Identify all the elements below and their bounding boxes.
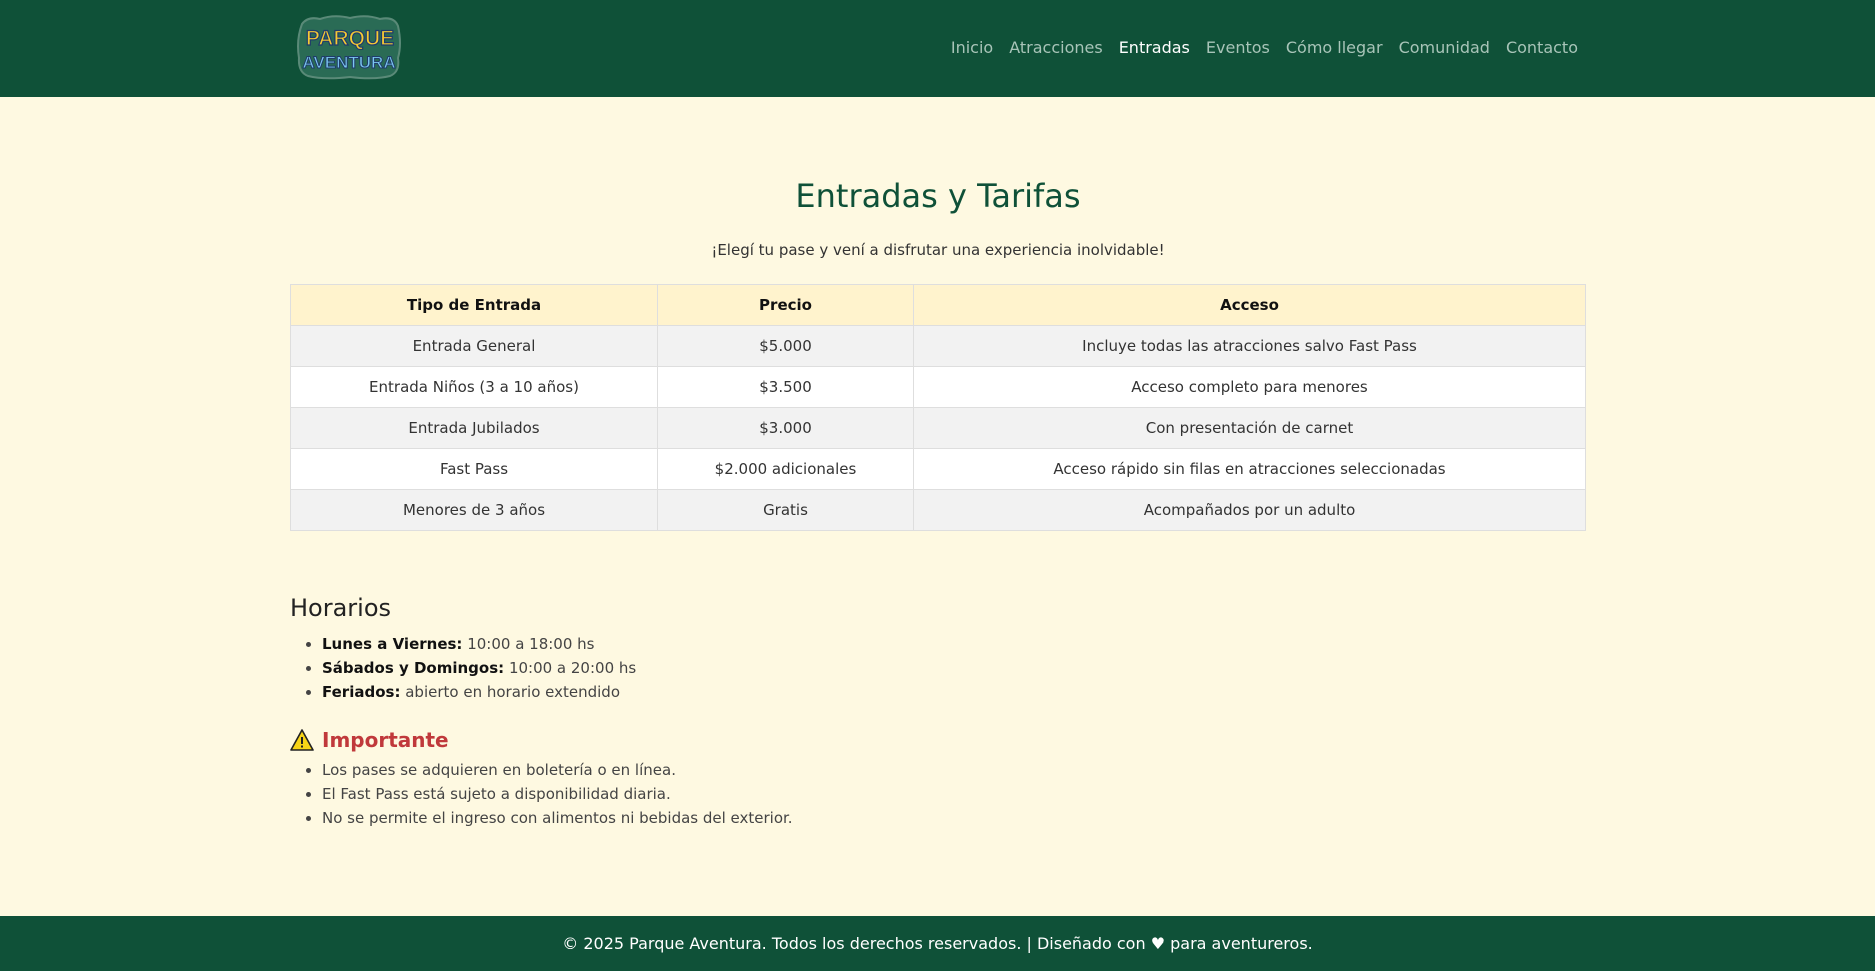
nav-contacto[interactable]: Contacto <box>1506 38 1578 57</box>
horario-label: Feriados: <box>322 683 401 701</box>
cell-precio: Gratis <box>657 489 914 531</box>
table-row: Entrada General $5.000 Incluye todas las… <box>290 325 1586 367</box>
page-title: Entradas y Tarifas <box>795 177 1081 215</box>
horarios-list: Lunes a Viernes: 10:00 a 18:00 hs Sábado… <box>290 632 1586 704</box>
warning-icon <box>290 729 314 751</box>
cell-acceso: Con presentación de carnet <box>913 407 1586 449</box>
list-item: Lunes a Viernes: 10:00 a 18:00 hs <box>322 632 1586 656</box>
nav-atracciones[interactable]: Atracciones <box>1009 38 1102 57</box>
main-content: Entradas y Tarifas ¡Elegí tu pase y vení… <box>290 97 1586 830</box>
horario-value: abierto en horario extendido <box>405 683 621 701</box>
importante-list: Los pases se adquieren en boletería o en… <box>290 758 1586 830</box>
list-item: Feriados: abierto en horario extendido <box>322 680 1586 704</box>
cell-tipo: Fast Pass <box>290 448 658 490</box>
nav-como-llegar[interactable]: Cómo llegar <box>1286 38 1383 57</box>
cell-acceso: Acceso completo para menores <box>913 366 1586 408</box>
svg-text:PARQUE: PARQUE <box>306 27 394 50</box>
site-footer: © 2025 Parque Aventura. Todos los derech… <box>0 916 1875 971</box>
main-nav: Inicio Atracciones Entradas Eventos Cómo… <box>951 38 1578 57</box>
nav-inicio[interactable]: Inicio <box>951 38 993 57</box>
header-precio: Precio <box>657 284 914 326</box>
cell-tipo: Entrada Niños (3 a 10 años) <box>290 366 658 408</box>
table-row: Menores de 3 años Gratis Acompañados por… <box>290 489 1586 531</box>
cell-precio: $3.000 <box>657 407 914 449</box>
cell-precio: $2.000 adicionales <box>657 448 914 490</box>
list-item: El Fast Pass está sujeto a disponibilida… <box>322 782 1586 806</box>
cell-acceso: Acceso rápido sin filas en atracciones s… <box>913 448 1586 490</box>
list-item: No se permite el ingreso con alimentos n… <box>322 806 1586 830</box>
page-subtitle: ¡Elegí tu pase y vení a disfrutar una ex… <box>711 241 1165 259</box>
parque-aventura-logo[interactable]: PARQUE AVENTURA <box>294 14 404 80</box>
cell-tipo: Entrada General <box>290 325 658 367</box>
cell-precio: $5.000 <box>657 325 914 367</box>
cell-precio: $3.500 <box>657 366 914 408</box>
prices-table: Tipo de Entrada Precio Acceso Entrada Ge… <box>290 284 1586 531</box>
svg-text:AVENTURA: AVENTURA <box>302 53 395 72</box>
importante-heading: Importante <box>290 728 1586 752</box>
cell-acceso: Acompañados por un adulto <box>913 489 1586 531</box>
horarios-title: Horarios <box>290 594 392 622</box>
list-item: Sábados y Domingos: 10:00 a 20:00 hs <box>322 656 1586 680</box>
nav-entradas[interactable]: Entradas <box>1119 38 1190 57</box>
cell-tipo: Menores de 3 años <box>290 489 658 531</box>
horario-value: 10:00 a 20:00 hs <box>508 659 637 677</box>
table-row: Fast Pass $2.000 adicionales Acceso rápi… <box>290 448 1586 490</box>
top-navbar: PARQUE AVENTURA Inicio Atracciones Entra… <box>0 0 1875 97</box>
horario-label: Lunes a Viernes: <box>322 635 463 653</box>
cell-acceso: Incluye todas las atracciones salvo Fast… <box>913 325 1586 367</box>
importante-title: Importante <box>322 728 449 752</box>
table-row: Entrada Jubilados $3.000 Con presentació… <box>290 407 1586 449</box>
footer-text: © 2025 Parque Aventura. Todos los derech… <box>562 934 1313 953</box>
list-item: Los pases se adquieren en boletería o en… <box>322 758 1586 782</box>
table-header-row: Tipo de Entrada Precio Acceso <box>290 284 1586 326</box>
cell-tipo: Entrada Jubilados <box>290 407 658 449</box>
header-tipo: Tipo de Entrada <box>290 284 658 326</box>
table-row: Entrada Niños (3 a 10 años) $3.500 Acces… <box>290 366 1586 408</box>
horario-value: 10:00 a 18:00 hs <box>467 635 595 653</box>
nav-eventos[interactable]: Eventos <box>1206 38 1270 57</box>
horario-label: Sábados y Domingos: <box>322 659 505 677</box>
nav-comunidad[interactable]: Comunidad <box>1399 38 1490 57</box>
header-acceso: Acceso <box>913 284 1586 326</box>
